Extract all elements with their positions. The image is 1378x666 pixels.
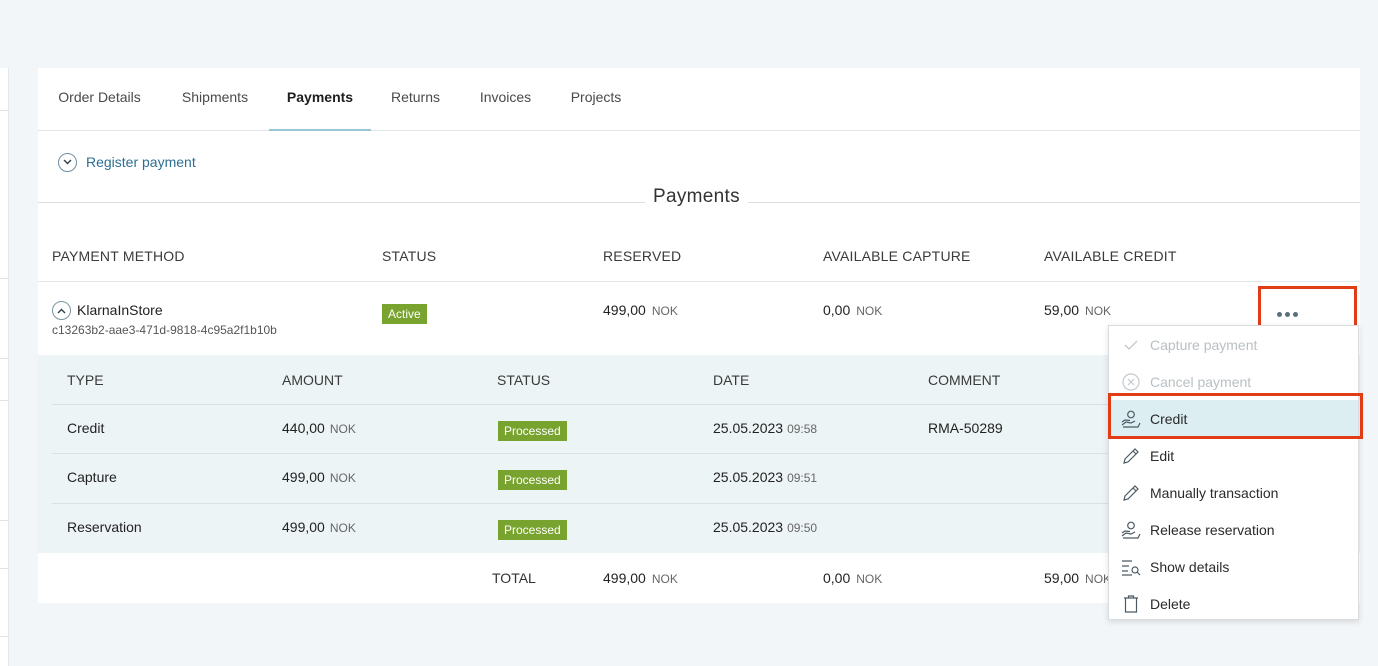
menu-item-label: Release reservation [1150,521,1275,538]
trash-icon [1121,594,1141,614]
total-reserved: 499,00 NOK [603,570,678,586]
tab-invoices[interactable]: Invoices [460,68,551,131]
hand-coin-icon [1121,409,1141,429]
tx-type: Reservation [67,519,142,535]
reserved-value: 499,00 NOK [603,302,678,318]
menu-item-show-details[interactable]: Show details [1109,548,1358,585]
tab-payments[interactable]: Payments [269,68,371,131]
total-available-credit: 59,00 NOK [1044,570,1112,586]
tx-type: Capture [67,469,117,485]
tx-date: 25.05.2023 09:51 [713,469,818,485]
check-icon [1121,335,1141,355]
menu-item-credit[interactable]: Credit [1109,400,1358,437]
divider [0,636,9,637]
status-badge: Active [382,304,427,324]
menu-item-label: Show details [1150,558,1230,575]
register-payment-button[interactable]: Register payment [58,151,196,173]
payment-method-name: KlarnaInStore [77,302,163,318]
section-title: Payments [645,186,748,208]
tx-type: Credit [67,420,105,436]
divider [0,400,9,401]
menu-item-manually-transaction[interactable]: Manually transaction [1109,474,1358,511]
tab-bar: Order Details Shipments Payments Returns… [38,68,1360,131]
column-header-type: TYPE [67,372,104,388]
tx-amount: 440,00 NOK [282,420,356,436]
pencil-icon [1121,483,1141,503]
column-header-available-credit: AVAILABLE CREDIT [1044,248,1177,264]
header-divider [38,281,1360,282]
payment-id: c13263b2-aae3-471d-9818-4c95a2f1b10b [52,323,277,337]
total-label: TOTAL [492,570,536,586]
dot [1285,311,1290,317]
menu-item-label: Credit [1150,410,1188,427]
tx-amount: 499,00 NOK [282,469,356,485]
dot [1293,311,1298,317]
tx-date: 25.05.2023 09:50 [713,519,818,535]
status-badge: Processed [498,470,567,490]
tab-projects[interactable]: Projects [551,68,641,131]
tab-order-details[interactable]: Order Details [38,68,161,131]
menu-item-label: Edit [1150,447,1175,464]
left-panel-edge [0,68,9,666]
column-header-status: STATUS [382,248,437,264]
column-header-amount: AMOUNT [282,372,343,388]
hand-coin-icon [1121,520,1141,540]
pencil-icon [1121,446,1141,466]
menu-item-label: Capture payment [1150,336,1258,353]
menu-item-label: Delete [1150,595,1191,612]
divider [0,358,9,359]
cancel-circle-icon [1121,372,1141,392]
total-available-capture: 0,00 NOK [823,570,883,586]
column-header-tx-status: STATUS [497,372,551,388]
menu-item-edit[interactable]: Edit [1109,437,1358,474]
tx-amount: 499,00 NOK [282,519,356,535]
divider [0,568,9,569]
column-header-available-capture: AVAILABLE CAPTURE [823,248,971,264]
tx-comment: RMA-50289 [928,420,1003,436]
divider [0,520,9,521]
more-actions-button[interactable] [1262,304,1298,324]
menu-item-release-reservation[interactable]: Release reservation [1109,511,1358,548]
actions-menu: Capture payment Cancel payment Credit Ed… [1108,325,1359,620]
menu-item-label: Manually transaction [1150,484,1279,501]
chevron-up-icon [57,308,66,313]
status-badge: Processed [498,421,567,441]
tab-returns[interactable]: Returns [371,68,460,131]
available-capture-value: 0,00 NOK [823,302,883,318]
status-badge: Processed [498,520,567,540]
tab-shipments[interactable]: Shipments [161,68,269,131]
divider [0,110,9,111]
collapse-toggle[interactable] [52,301,71,320]
menu-item-label: Cancel payment [1150,373,1252,390]
column-header-payment-method: PAYMENT METHOD [52,248,185,264]
dot [1277,311,1282,317]
menu-item-cancel-payment[interactable]: Cancel payment [1109,363,1358,400]
divider [0,278,9,279]
chevron-down-icon [58,152,77,172]
menu-item-delete[interactable]: Delete [1109,585,1358,622]
column-header-date: DATE [713,372,750,388]
tx-date: 25.05.2023 09:58 [713,420,818,436]
list-search-icon [1121,557,1141,577]
column-header-reserved: RESERVED [603,248,682,264]
column-header-comment: COMMENT [928,372,1001,388]
available-credit-value: 59,00 NOK [1044,302,1112,318]
register-payment-label: Register payment [86,154,196,170]
menu-item-capture-payment[interactable]: Capture payment [1109,326,1358,363]
